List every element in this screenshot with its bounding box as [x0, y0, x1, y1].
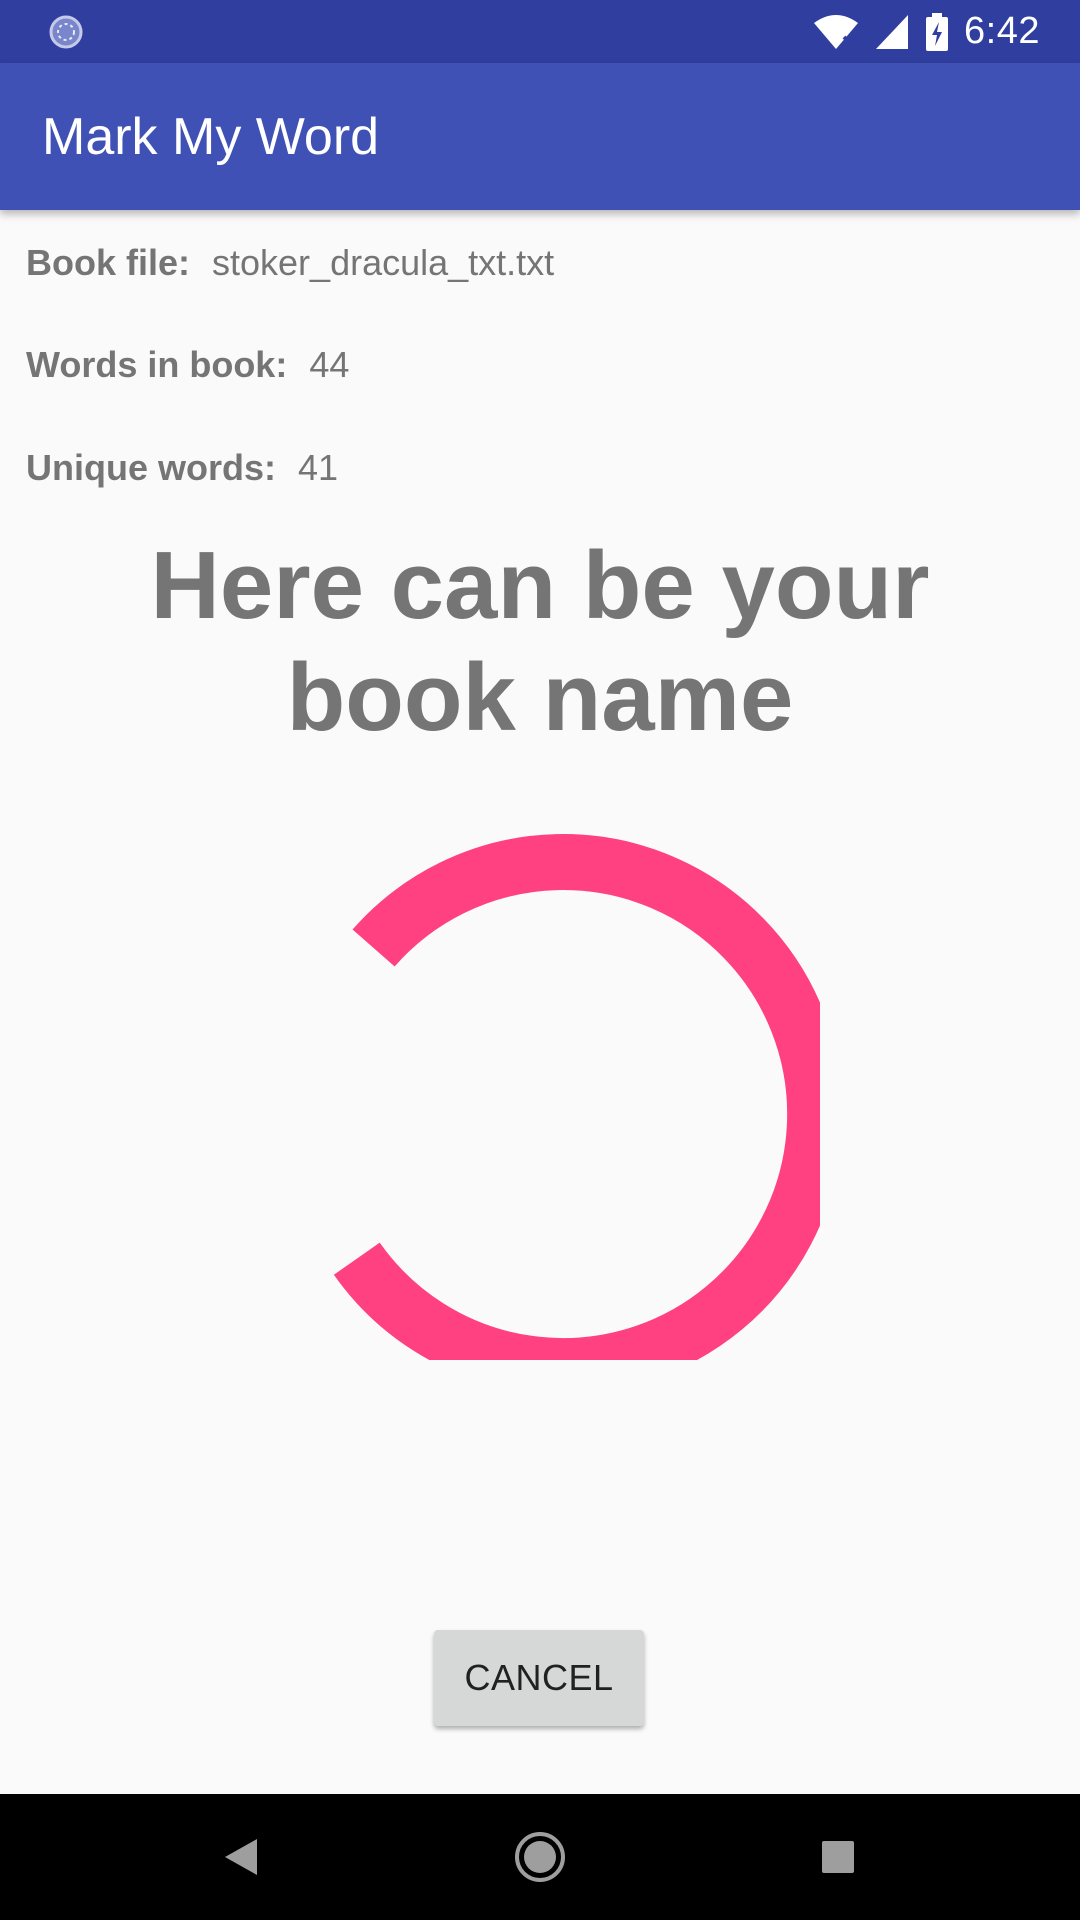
home-icon: [515, 1832, 565, 1882]
spinner-icon: [333, 834, 844, 1394]
words-in-book-label: Words in book:: [26, 344, 288, 385]
words-in-book-row: Words in book: 44: [26, 344, 349, 386]
status-icons: 6:42: [812, 0, 1040, 63]
progress-spinner: [260, 800, 844, 1394]
sync-icon: [49, 15, 83, 49]
recents-icon: [822, 1841, 854, 1873]
status-bar: 6:42: [0, 0, 1080, 63]
book-file-value: stoker_dracula_txt.txt: [212, 242, 555, 283]
book-file-label: Book file:: [26, 242, 191, 283]
navigation-bar: [0, 1794, 1080, 1920]
unique-words-label: Unique words:: [26, 447, 276, 488]
status-time: 6:42: [964, 10, 1040, 52]
unique-words-row: Unique words: 41: [26, 447, 338, 489]
home-button[interactable]: [505, 1822, 575, 1892]
cancel-button[interactable]: CANCEL: [434, 1630, 644, 1726]
book-title: Here can be your book name: [150, 532, 930, 751]
app-bar: Mark My Word: [0, 63, 1080, 210]
app-title: Mark My Word: [42, 108, 380, 166]
unique-words-value: 41: [298, 447, 339, 488]
battery-charging-icon: [926, 12, 949, 51]
wifi-icon: [814, 14, 859, 49]
book-file-row: Book file: stoker_dracula_txt.txt: [26, 242, 554, 284]
words-in-book-value: 44: [309, 344, 350, 385]
cellular-icon: [876, 14, 909, 49]
back-button[interactable]: [206, 1822, 276, 1892]
back-icon: [225, 1839, 257, 1875]
recents-button[interactable]: [803, 1822, 873, 1892]
screen: 6:42 Mark My Word Book file: stoker_dracu…: [0, 0, 1080, 1920]
